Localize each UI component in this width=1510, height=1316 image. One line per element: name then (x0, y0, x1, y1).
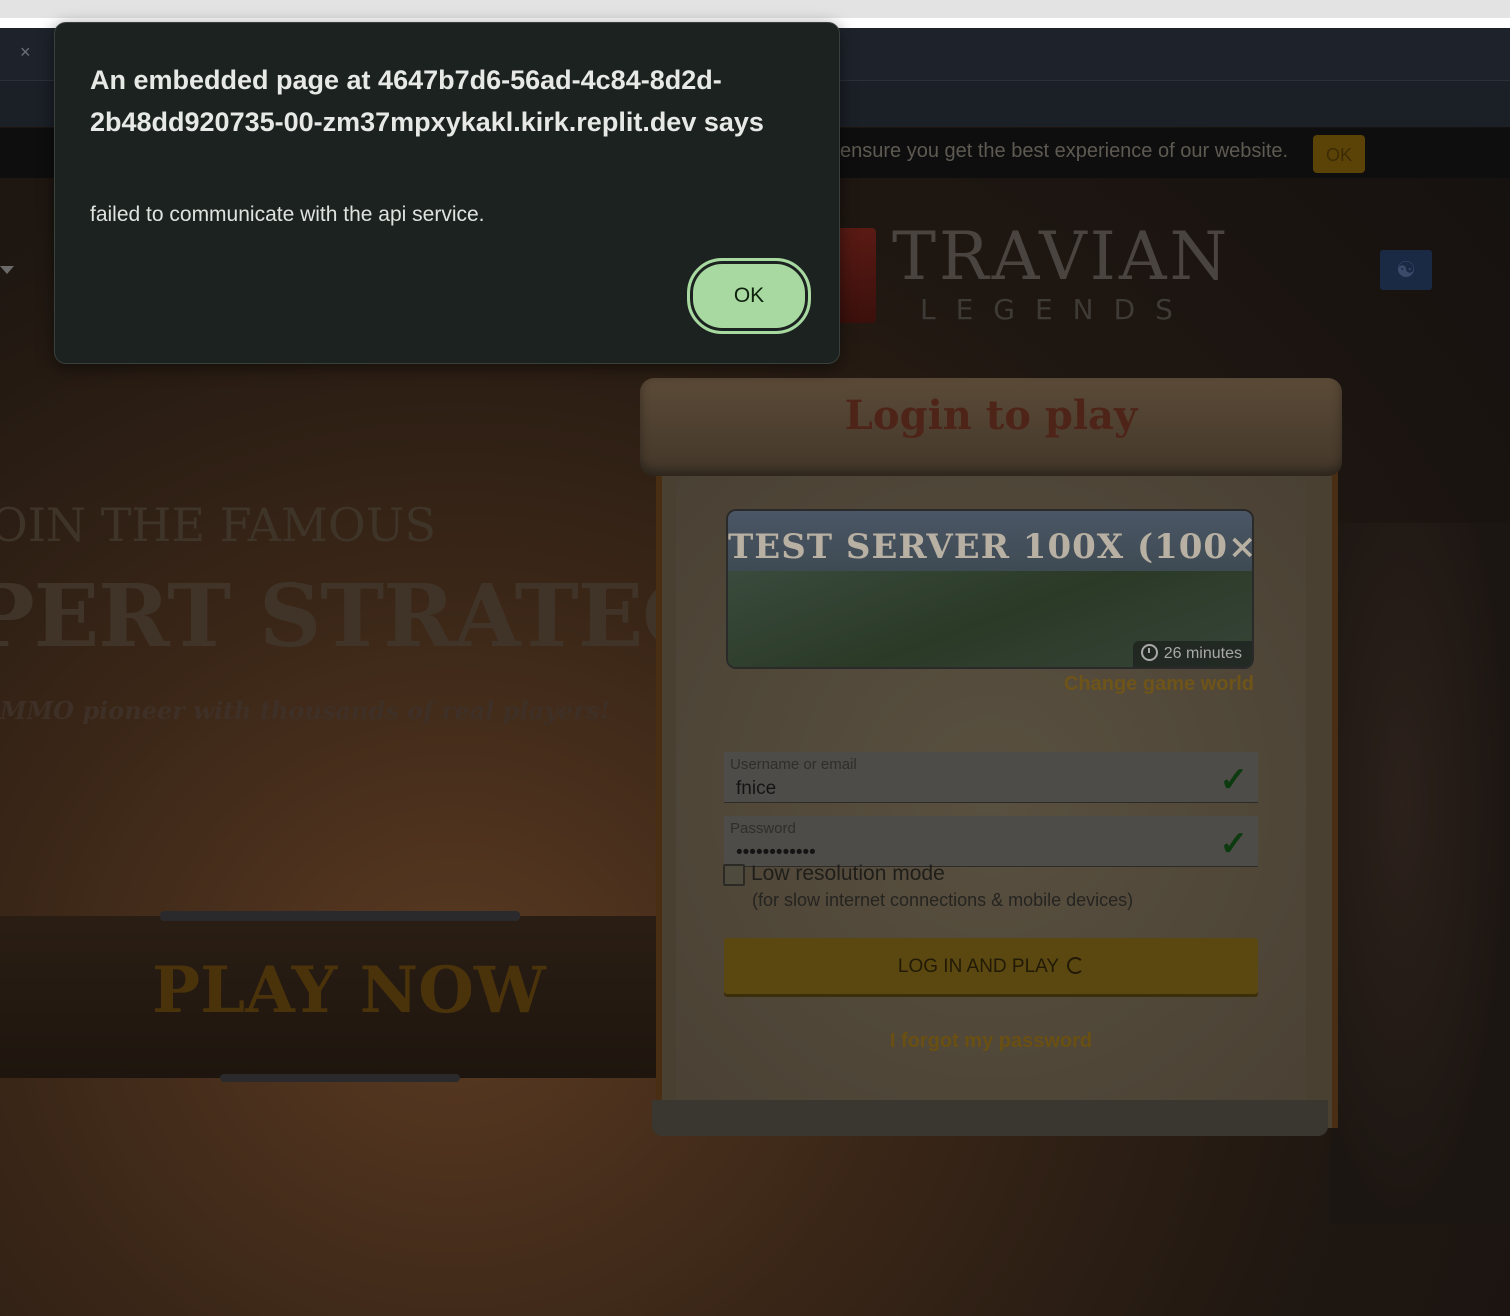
cookie-text: ensure you get the best experience of ou… (840, 140, 1289, 162)
close-icon[interactable]: × (20, 42, 31, 63)
cookie-ok-button[interactable]: OK (1313, 135, 1365, 173)
server-name: TEST SERVER 100X (100×) (728, 527, 1252, 567)
alert-dialog: An embedded page at 4647b7d6-56ad-4c84-8… (54, 22, 840, 364)
hero-join-text: OIN THE FAMOUS (0, 498, 436, 552)
username-input[interactable]: fnice (736, 778, 1216, 800)
server-age-badge: 26 minutes (1132, 641, 1252, 667)
password-label: Password (730, 820, 796, 837)
dialog-title: An embedded page at 4647b7d6-56ad-4c84-8… (90, 65, 764, 137)
logo-title: TRAVIAN (892, 218, 1231, 295)
chevron-down-icon[interactable] (0, 266, 14, 274)
clock-icon (1140, 644, 1158, 661)
logo-subtitle: LEGENDS (920, 293, 1193, 326)
login-and-play-button[interactable]: LOG IN AND PLAY (724, 938, 1258, 994)
server-age-text: 26 minutes (1163, 645, 1242, 662)
play-now-button[interactable]: PLAY NOW (152, 953, 546, 1028)
forgot-password-link[interactable]: I forgot my password (676, 1030, 1306, 1053)
username-field[interactable]: Username or email fnice ✓ (724, 752, 1258, 803)
password-check-icon: ✓ (1219, 825, 1249, 863)
login-title: Login to play (844, 392, 1138, 439)
browser-tab-strip (0, 0, 1510, 18)
dialog-message: failed to communicate with the api servi… (90, 203, 485, 226)
login-scroll-bottom (652, 1100, 1328, 1136)
low-resolution-label[interactable]: Low resolution mode (751, 862, 945, 886)
login-button-label: LOG IN AND PLAY (897, 956, 1060, 977)
low-resolution-checkbox[interactable] (723, 864, 745, 886)
dialog-ok-button[interactable]: OK (687, 258, 811, 334)
warrior-illustration (1330, 523, 1510, 1223)
username-check-icon: ✓ (1219, 761, 1249, 799)
language-button[interactable]: ☯ (1380, 250, 1432, 290)
password-field[interactable]: Password •••••••••••• ✓ (724, 816, 1258, 867)
low-resolution-note: (for slow internet connections & mobile … (752, 890, 1134, 910)
change-game-world-link[interactable]: Change game world (1000, 673, 1254, 696)
banner-ornament-bottom (220, 1074, 460, 1082)
server-card[interactable]: TEST SERVER 100X (100×) 26 minutes (728, 511, 1252, 667)
hero-tagline: MMO pioneer with thousands of real playe… (0, 696, 611, 725)
spinner-icon (1067, 957, 1085, 974)
logo-shield-icon (836, 228, 876, 323)
globe-icon: ☯ (1396, 257, 1416, 282)
username-label: Username or email (730, 756, 857, 773)
password-input[interactable]: •••••••••••• (736, 842, 1216, 864)
banner-ornament-top (160, 911, 520, 921)
